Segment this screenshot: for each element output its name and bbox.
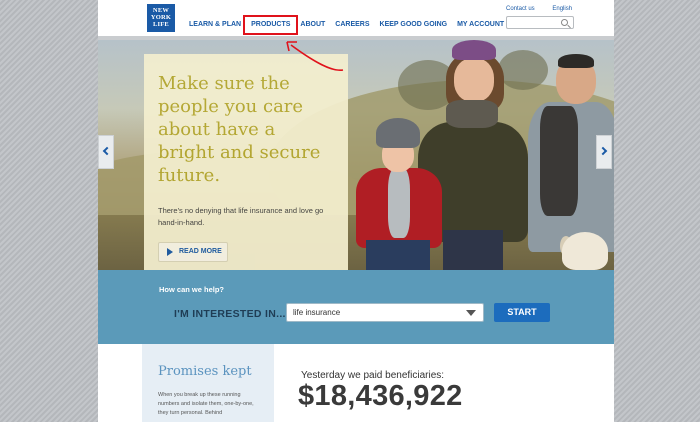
interest-label: I'M INTERESTED IN... xyxy=(174,308,286,320)
nav-products[interactable]: PRODUCTS xyxy=(243,15,299,40)
nav-learn-plan[interactable]: LEARN & PLAN xyxy=(184,18,246,40)
hero-subtext: There's no denying that life insurance a… xyxy=(158,206,324,227)
nav-my-account-label: MY ACCOUNT xyxy=(457,21,505,28)
nav-about[interactable]: ABOUT xyxy=(295,18,330,40)
page: NEW YORK LIFE LEARN & PLAN PRODUCTS ABOU… xyxy=(98,0,614,422)
site-header: NEW YORK LIFE LEARN & PLAN PRODUCTS ABOU… xyxy=(98,0,614,40)
hero-photo-mother-hat xyxy=(452,40,496,60)
read-more-label: READ MORE xyxy=(179,248,222,255)
nav-products-label: PRODUCTS xyxy=(251,21,291,28)
nav-about-label: ABOUT xyxy=(300,21,326,28)
hero-photo-dog xyxy=(562,232,608,270)
start-button[interactable]: START xyxy=(494,303,550,322)
nav-learn-plan-label: LEARN & PLAN xyxy=(189,21,242,28)
hero-headline: Make sure the people you care about have… xyxy=(158,73,321,186)
hero-photo-mother-legs xyxy=(443,230,503,270)
hero-banner: Make sure the people you care about have… xyxy=(98,40,614,270)
hero-photo-father-vest xyxy=(540,106,578,216)
contact-us-link[interactable]: Contact us xyxy=(506,6,535,12)
carousel-prev-button[interactable] xyxy=(98,135,114,169)
chevron-right-icon xyxy=(598,146,608,156)
promises-title: Promises kept xyxy=(158,364,252,379)
help-question: How can we help? xyxy=(159,285,225,294)
hero-photo-father-hair xyxy=(558,54,594,68)
nav-keep-good-going-label: KEEP GOOD GOING xyxy=(379,21,448,28)
read-more-button[interactable]: READ MORE xyxy=(158,242,228,262)
hero-photo-child-legs xyxy=(366,240,430,270)
hero-photo-child-scarf xyxy=(388,168,410,238)
hero-photo-mother-scarf xyxy=(446,100,498,128)
logo-line-2: YORK xyxy=(150,14,172,21)
search-input[interactable] xyxy=(506,16,574,29)
paid-amount: $18,436,922 xyxy=(298,380,463,412)
hero-copy-panel: Make sure the people you care about have… xyxy=(144,54,348,270)
interest-select-value: life insurance xyxy=(293,308,341,317)
hero-tree xyxy=(498,50,548,90)
hero-photo-child-hat xyxy=(376,118,420,148)
play-icon xyxy=(167,248,173,256)
nav-careers[interactable]: CAREERS xyxy=(330,18,374,40)
carousel-next-button[interactable] xyxy=(596,135,612,169)
nav-my-account[interactable]: MY ACCOUNT xyxy=(452,18,509,40)
main-nav: LEARN & PLAN PRODUCTS ABOUT CAREERS KEEP… xyxy=(184,15,509,40)
nav-careers-label: CAREERS xyxy=(335,21,370,28)
dropdown-arrow-icon xyxy=(466,310,476,316)
help-band: How can we help? I'M INTERESTED IN... li… xyxy=(98,270,614,344)
utility-links: Contact us English xyxy=(506,6,588,12)
nav-keep-good-going[interactable]: KEEP GOOD GOING xyxy=(375,18,453,40)
language-link[interactable]: English xyxy=(552,6,572,12)
interest-select[interactable]: life insurance xyxy=(286,303,484,322)
promises-text: When you break up these running numbers … xyxy=(158,392,254,416)
hero-photo-mother-face xyxy=(454,58,494,102)
search-icon[interactable] xyxy=(561,19,568,26)
chevron-left-icon xyxy=(102,146,112,156)
new-york-life-logo[interactable]: NEW YORK LIFE xyxy=(147,4,175,32)
logo-line-1: NEW xyxy=(152,7,170,14)
logo-line-3: LIFE xyxy=(153,21,169,28)
promises-card: Promises kept When you break up these ru… xyxy=(142,344,274,422)
